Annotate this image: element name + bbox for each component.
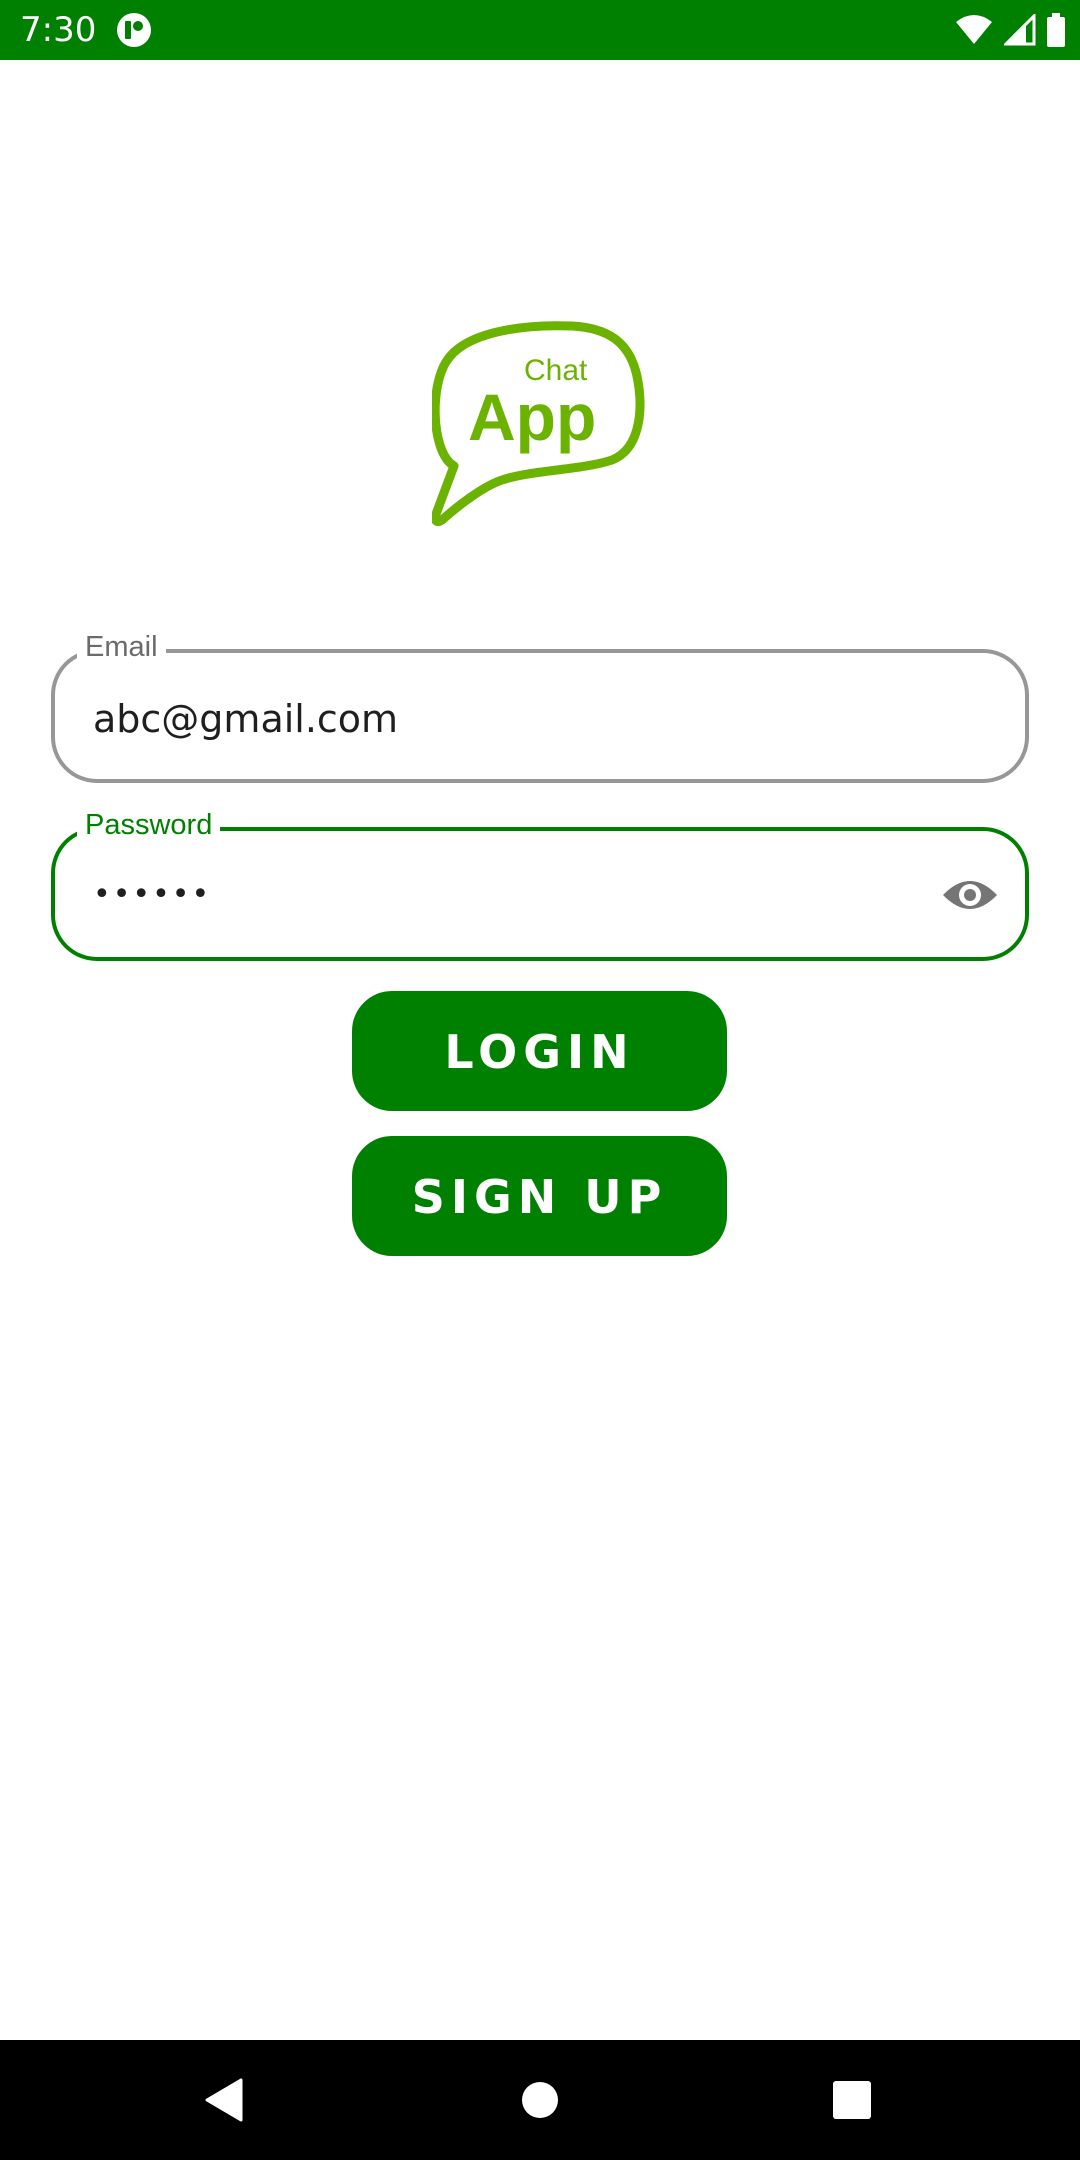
back-icon[interactable] (195, 2070, 255, 2130)
email-field[interactable]: Email (51, 629, 1029, 783)
app-notification-icon (116, 12, 152, 48)
password-label: Password (77, 807, 221, 843)
battery-icon (1046, 13, 1066, 47)
recents-icon[interactable] (822, 2070, 882, 2130)
login-button[interactable]: LOGIN (352, 991, 727, 1111)
home-icon[interactable] (510, 2070, 570, 2130)
chat-app-logo: Chat App (430, 318, 652, 530)
wifi-icon (954, 14, 994, 46)
signup-button[interactable]: SIGN UP (352, 1136, 727, 1256)
email-label: Email (77, 629, 166, 665)
logo-large-text: App (468, 380, 596, 454)
navigation-bar (0, 2040, 1080, 2160)
status-time: 7:30 (20, 10, 97, 50)
login-screen: 7:30 Chat App Email abc@gmail.com Passwo… (0, 0, 1080, 2160)
status-icons (954, 10, 1066, 50)
email-input[interactable] (93, 697, 893, 741)
password-field[interactable]: Password •••••• (51, 807, 1029, 961)
password-input[interactable]: •••••• (93, 873, 211, 917)
cell-signal-icon (1004, 14, 1036, 46)
eye-icon[interactable] (941, 873, 999, 917)
status-bar: 7:30 (0, 0, 1080, 60)
